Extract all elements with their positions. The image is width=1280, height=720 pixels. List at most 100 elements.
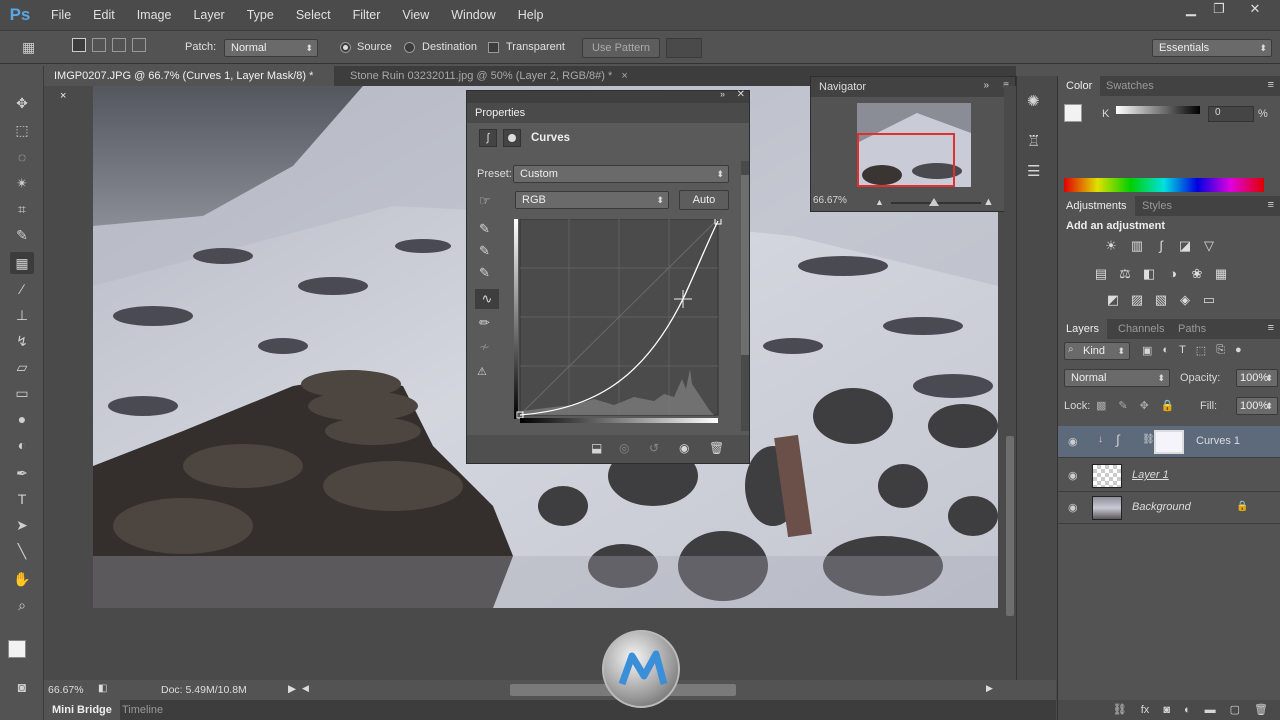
tab-timeline[interactable]: Timeline xyxy=(114,700,171,720)
link-layers-icon[interactable]: ⛓ xyxy=(1113,700,1127,720)
new-layer-icon[interactable]: ▢ xyxy=(1230,700,1240,720)
clipping-warning-icon[interactable]: ⚠ xyxy=(477,365,487,378)
levels-icon[interactable]: ▥ xyxy=(1128,238,1146,254)
menu-select[interactable]: Select xyxy=(285,0,342,30)
k-value-input[interactable]: 0 xyxy=(1208,106,1254,122)
targeted-adjust-icon[interactable]: ☞ xyxy=(479,193,491,209)
subtract-selection-icon[interactable] xyxy=(112,38,126,52)
navigator-dock-icon[interactable]: ✺ xyxy=(1027,92,1040,110)
menu-file[interactable]: File xyxy=(40,0,82,30)
invert-icon[interactable]: ◩ xyxy=(1104,292,1122,308)
channel-select[interactable]: RGB xyxy=(515,191,669,209)
type-tool-icon[interactable]: T xyxy=(10,488,34,510)
tab-imgp0207[interactable]: IMGP0207.JPG @ 66.7% (Curves 1, Layer Ma… xyxy=(44,66,334,102)
tab-stone-ruin[interactable]: Stone Ruin 03232011.jpg @ 50% (Layer 2, … xyxy=(340,66,640,86)
transparent-checkbox[interactable] xyxy=(488,42,499,53)
tab-layers[interactable]: Layers xyxy=(1058,319,1108,339)
properties-dock-icon[interactable]: ☰ xyxy=(1027,162,1040,180)
history-brush-icon[interactable]: ↯ xyxy=(10,330,34,352)
crop-tool-icon[interactable]: ⌗ xyxy=(10,198,34,220)
close-window-button[interactable]: ✕ xyxy=(1240,0,1270,20)
add-mask-icon[interactable]: ◙ xyxy=(1163,700,1170,720)
add-selection-icon[interactable] xyxy=(92,38,106,52)
posterize-icon[interactable]: ▨ xyxy=(1128,292,1146,308)
color-spectrum[interactable] xyxy=(1064,178,1264,192)
destination-radio[interactable] xyxy=(404,42,415,53)
scroll-left-icon[interactable]: ◀ xyxy=(302,683,309,694)
lasso-tool-icon[interactable]: ◌ xyxy=(10,146,34,168)
tab-adjustments[interactable]: Adjustments xyxy=(1058,196,1135,216)
pen-tool-icon[interactable]: ✒ xyxy=(10,462,34,484)
menu-layer[interactable]: Layer xyxy=(182,0,235,30)
tab-paths[interactable]: Paths xyxy=(1170,319,1214,339)
view-box[interactable] xyxy=(857,133,955,187)
tab-mini-bridge[interactable]: Mini Bridge xyxy=(44,700,120,720)
visibility-eye-icon[interactable]: ◉ xyxy=(679,441,689,455)
blur-tool-icon[interactable]: ● xyxy=(10,408,34,430)
adjustment-filter-icon[interactable]: ◐ xyxy=(1162,344,1169,357)
magic-wand-tool-icon[interactable]: ✴ xyxy=(10,172,34,194)
zoom-slider[interactable] xyxy=(891,198,981,206)
vibrance-icon[interactable]: ▽ xyxy=(1200,238,1218,254)
vertical-scrollbar[interactable] xyxy=(1004,86,1016,680)
lock-pixels-icon[interactable]: ✎ xyxy=(1118,399,1127,412)
selective-color-icon[interactable]: ▭ xyxy=(1200,292,1218,308)
gradient-tool-icon[interactable]: ▭ xyxy=(10,382,34,404)
tab-styles[interactable]: Styles xyxy=(1134,196,1180,216)
gray-point-eyedropper-icon[interactable]: ✎ xyxy=(479,243,490,259)
blend-mode-select[interactable]: Normal xyxy=(1064,369,1170,387)
restore-button[interactable]: ❐ xyxy=(1204,0,1234,20)
panel-menu-icon[interactable]: ≡ xyxy=(1268,199,1274,211)
white-point-eyedropper-icon[interactable]: ✎ xyxy=(479,265,490,281)
path-selection-icon[interactable]: ➤ xyxy=(10,514,34,536)
brush-tool-icon[interactable]: ∕ xyxy=(10,278,34,300)
kind-filter-select[interactable]: Kind xyxy=(1064,342,1130,360)
collapse-icon[interactable]: » xyxy=(720,89,725,99)
trash-icon[interactable]: 🗑 xyxy=(1254,700,1268,720)
panel-menu-icon[interactable]: ≡ xyxy=(1268,79,1274,91)
layer-row-curves[interactable]: ◉ ↓ ∫ ⛓ Curves 1 xyxy=(1058,426,1280,458)
hue-saturation-icon[interactable]: ▤ xyxy=(1092,266,1110,282)
source-radio[interactable] xyxy=(340,42,351,53)
curves-icon[interactable]: ∫ xyxy=(479,129,497,147)
menu-type[interactable]: Type xyxy=(236,0,285,30)
menu-view[interactable]: View xyxy=(391,0,440,30)
lock-all-icon[interactable]: 🔒 xyxy=(1161,399,1175,412)
tab-swatches[interactable]: Swatches xyxy=(1098,76,1162,96)
zoom-in-icon[interactable]: ▲ xyxy=(983,196,994,208)
new-group-icon[interactable]: ▬ xyxy=(1205,700,1216,720)
layer-mask-thumbnail[interactable] xyxy=(1154,430,1184,454)
threshold-icon[interactable]: ▧ xyxy=(1152,292,1170,308)
link-icon[interactable]: ⛓ xyxy=(1142,434,1155,445)
black-white-icon[interactable]: ◧ xyxy=(1140,266,1158,282)
opacity-input[interactable]: 100% xyxy=(1236,369,1278,387)
brightness-icon[interactable]: ☀ xyxy=(1102,238,1120,254)
patch-mode-select[interactable]: Normal xyxy=(224,39,318,57)
curves-graph[interactable] xyxy=(514,217,724,424)
new-selection-icon[interactable] xyxy=(72,38,86,52)
stamp-tool-icon[interactable]: ⊥ xyxy=(10,304,34,326)
filter-toggle-icon[interactable]: ● xyxy=(1235,344,1242,357)
menu-window[interactable]: Window xyxy=(440,0,506,30)
exposure-icon[interactable]: ◪ xyxy=(1176,238,1194,254)
smooth-icon[interactable]: ≁ xyxy=(479,339,490,355)
patch-tool-icon[interactable]: ▦ xyxy=(10,252,34,274)
k-slider[interactable] xyxy=(1116,106,1200,114)
fx-icon[interactable]: fx xyxy=(1141,700,1150,720)
trash-icon[interactable]: 🗑 xyxy=(709,441,724,455)
color-balance-icon[interactable]: ⚖ xyxy=(1116,266,1134,282)
menu-edit[interactable]: Edit xyxy=(82,0,126,30)
panel-menu-icon[interactable]: ≡ xyxy=(1268,322,1274,334)
zoom-tool-icon[interactable]: ⌕ xyxy=(10,594,34,616)
properties-scrollbar[interactable] xyxy=(741,161,749,431)
line-tool-icon[interactable]: ╲ xyxy=(10,540,34,562)
use-pattern-button[interactable]: Use Pattern xyxy=(582,38,660,58)
shape-filter-icon[interactable]: ⬚ xyxy=(1196,344,1206,357)
layer-thumbnail[interactable] xyxy=(1092,496,1122,520)
view-previous-icon[interactable]: ◎ xyxy=(619,441,629,455)
minimize-button[interactable]: ▁ xyxy=(1176,0,1206,20)
menu-image[interactable]: Image xyxy=(126,0,183,30)
type-filter-icon[interactable]: T xyxy=(1179,344,1186,357)
marquee-tool-icon[interactable]: ⬚ xyxy=(10,119,34,141)
hand-tool-icon[interactable]: ✋ xyxy=(10,568,34,590)
